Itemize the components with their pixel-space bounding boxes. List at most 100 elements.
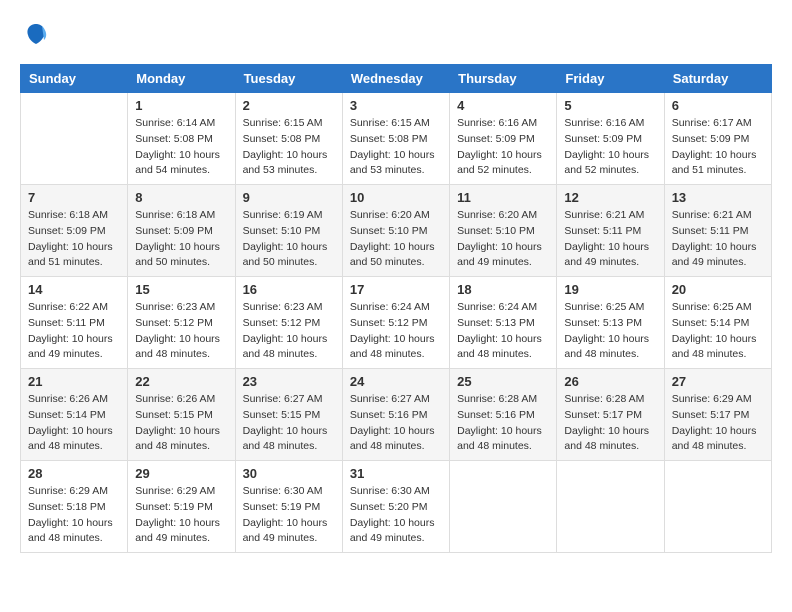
sunset: Sunset: 5:09 PM	[564, 132, 656, 148]
sunset: Sunset: 5:10 PM	[350, 224, 442, 240]
sunrise: Sunrise: 6:23 AM	[135, 300, 227, 316]
day-info: Sunrise: 6:23 AM Sunset: 5:12 PM Dayligh…	[243, 300, 335, 363]
day-cell-2-1: 15 Sunrise: 6:23 AM Sunset: 5:12 PM Dayl…	[128, 277, 235, 369]
day-number: 23	[243, 374, 335, 389]
sunset: Sunset: 5:19 PM	[243, 500, 335, 516]
day-cell-4-4	[450, 461, 557, 553]
day-info: Sunrise: 6:20 AM Sunset: 5:10 PM Dayligh…	[350, 208, 442, 271]
daylight: Daylight: 10 hours and 48 minutes.	[28, 516, 120, 548]
day-number: 30	[243, 466, 335, 481]
daylight: Daylight: 10 hours and 51 minutes.	[672, 148, 764, 180]
sunset: Sunset: 5:11 PM	[672, 224, 764, 240]
day-cell-0-1: 1 Sunrise: 6:14 AM Sunset: 5:08 PM Dayli…	[128, 93, 235, 185]
sunrise: Sunrise: 6:29 AM	[28, 484, 120, 500]
day-number: 29	[135, 466, 227, 481]
daylight: Daylight: 10 hours and 50 minutes.	[135, 240, 227, 272]
day-cell-3-3: 24 Sunrise: 6:27 AM Sunset: 5:16 PM Dayl…	[342, 369, 449, 461]
header	[20, 20, 772, 48]
sunrise: Sunrise: 6:30 AM	[243, 484, 335, 500]
day-info: Sunrise: 6:15 AM Sunset: 5:08 PM Dayligh…	[243, 116, 335, 179]
day-info: Sunrise: 6:18 AM Sunset: 5:09 PM Dayligh…	[135, 208, 227, 271]
daylight: Daylight: 10 hours and 49 minutes.	[672, 240, 764, 272]
day-cell-3-6: 27 Sunrise: 6:29 AM Sunset: 5:17 PM Dayl…	[664, 369, 771, 461]
week-row-1: 1 Sunrise: 6:14 AM Sunset: 5:08 PM Dayli…	[21, 93, 772, 185]
sunrise: Sunrise: 6:18 AM	[135, 208, 227, 224]
day-info: Sunrise: 6:15 AM Sunset: 5:08 PM Dayligh…	[350, 116, 442, 179]
daylight: Daylight: 10 hours and 51 minutes.	[28, 240, 120, 272]
sunset: Sunset: 5:08 PM	[135, 132, 227, 148]
day-info: Sunrise: 6:28 AM Sunset: 5:17 PM Dayligh…	[564, 392, 656, 455]
day-info: Sunrise: 6:25 AM Sunset: 5:13 PM Dayligh…	[564, 300, 656, 363]
daylight: Daylight: 10 hours and 48 minutes.	[135, 424, 227, 456]
day-cell-2-4: 18 Sunrise: 6:24 AM Sunset: 5:13 PM Dayl…	[450, 277, 557, 369]
sunrise: Sunrise: 6:23 AM	[243, 300, 335, 316]
sunset: Sunset: 5:08 PM	[243, 132, 335, 148]
day-cell-0-6: 6 Sunrise: 6:17 AM Sunset: 5:09 PM Dayli…	[664, 93, 771, 185]
sunrise: Sunrise: 6:21 AM	[564, 208, 656, 224]
daylight: Daylight: 10 hours and 52 minutes.	[457, 148, 549, 180]
daylight: Daylight: 10 hours and 48 minutes.	[28, 424, 120, 456]
sunrise: Sunrise: 6:18 AM	[28, 208, 120, 224]
sunset: Sunset: 5:09 PM	[28, 224, 120, 240]
sunrise: Sunrise: 6:15 AM	[243, 116, 335, 132]
day-cell-1-1: 8 Sunrise: 6:18 AM Sunset: 5:09 PM Dayli…	[128, 185, 235, 277]
day-cell-2-0: 14 Sunrise: 6:22 AM Sunset: 5:11 PM Dayl…	[21, 277, 128, 369]
sunrise: Sunrise: 6:24 AM	[350, 300, 442, 316]
day-info: Sunrise: 6:27 AM Sunset: 5:16 PM Dayligh…	[350, 392, 442, 455]
day-cell-1-0: 7 Sunrise: 6:18 AM Sunset: 5:09 PM Dayli…	[21, 185, 128, 277]
day-cell-4-5	[557, 461, 664, 553]
day-cell-4-0: 28 Sunrise: 6:29 AM Sunset: 5:18 PM Dayl…	[21, 461, 128, 553]
sunset: Sunset: 5:13 PM	[564, 316, 656, 332]
day-info: Sunrise: 6:20 AM Sunset: 5:10 PM Dayligh…	[457, 208, 549, 271]
day-cell-1-3: 10 Sunrise: 6:20 AM Sunset: 5:10 PM Dayl…	[342, 185, 449, 277]
col-tuesday: Tuesday	[235, 65, 342, 93]
day-number: 2	[243, 98, 335, 113]
sunrise: Sunrise: 6:22 AM	[28, 300, 120, 316]
sunrise: Sunrise: 6:29 AM	[672, 392, 764, 408]
week-row-5: 28 Sunrise: 6:29 AM Sunset: 5:18 PM Dayl…	[21, 461, 772, 553]
daylight: Daylight: 10 hours and 48 minutes.	[243, 424, 335, 456]
day-cell-0-5: 5 Sunrise: 6:16 AM Sunset: 5:09 PM Dayli…	[557, 93, 664, 185]
daylight: Daylight: 10 hours and 53 minutes.	[350, 148, 442, 180]
logo-icon	[22, 20, 50, 48]
day-cell-2-6: 20 Sunrise: 6:25 AM Sunset: 5:14 PM Dayl…	[664, 277, 771, 369]
sunrise: Sunrise: 6:16 AM	[457, 116, 549, 132]
day-info: Sunrise: 6:16 AM Sunset: 5:09 PM Dayligh…	[457, 116, 549, 179]
day-number: 20	[672, 282, 764, 297]
sunset: Sunset: 5:10 PM	[457, 224, 549, 240]
sunrise: Sunrise: 6:19 AM	[243, 208, 335, 224]
daylight: Daylight: 10 hours and 49 minutes.	[564, 240, 656, 272]
day-info: Sunrise: 6:29 AM Sunset: 5:19 PM Dayligh…	[135, 484, 227, 547]
col-wednesday: Wednesday	[342, 65, 449, 93]
day-info: Sunrise: 6:24 AM Sunset: 5:12 PM Dayligh…	[350, 300, 442, 363]
day-number: 7	[28, 190, 120, 205]
day-cell-2-3: 17 Sunrise: 6:24 AM Sunset: 5:12 PM Dayl…	[342, 277, 449, 369]
sunset: Sunset: 5:11 PM	[564, 224, 656, 240]
daylight: Daylight: 10 hours and 48 minutes.	[457, 332, 549, 364]
day-cell-0-2: 2 Sunrise: 6:15 AM Sunset: 5:08 PM Dayli…	[235, 93, 342, 185]
sunrise: Sunrise: 6:27 AM	[350, 392, 442, 408]
day-info: Sunrise: 6:29 AM Sunset: 5:17 PM Dayligh…	[672, 392, 764, 455]
sunset: Sunset: 5:09 PM	[135, 224, 227, 240]
day-cell-4-1: 29 Sunrise: 6:29 AM Sunset: 5:19 PM Dayl…	[128, 461, 235, 553]
daylight: Daylight: 10 hours and 48 minutes.	[350, 424, 442, 456]
sunrise: Sunrise: 6:26 AM	[135, 392, 227, 408]
week-row-2: 7 Sunrise: 6:18 AM Sunset: 5:09 PM Dayli…	[21, 185, 772, 277]
day-cell-1-5: 12 Sunrise: 6:21 AM Sunset: 5:11 PM Dayl…	[557, 185, 664, 277]
day-info: Sunrise: 6:17 AM Sunset: 5:09 PM Dayligh…	[672, 116, 764, 179]
day-cell-0-3: 3 Sunrise: 6:15 AM Sunset: 5:08 PM Dayli…	[342, 93, 449, 185]
col-sunday: Sunday	[21, 65, 128, 93]
day-number: 13	[672, 190, 764, 205]
day-number: 21	[28, 374, 120, 389]
day-number: 10	[350, 190, 442, 205]
day-number: 27	[672, 374, 764, 389]
day-cell-1-6: 13 Sunrise: 6:21 AM Sunset: 5:11 PM Dayl…	[664, 185, 771, 277]
sunset: Sunset: 5:18 PM	[28, 500, 120, 516]
sunrise: Sunrise: 6:14 AM	[135, 116, 227, 132]
daylight: Daylight: 10 hours and 48 minutes.	[564, 332, 656, 364]
day-cell-4-6	[664, 461, 771, 553]
sunrise: Sunrise: 6:28 AM	[564, 392, 656, 408]
sunset: Sunset: 5:10 PM	[243, 224, 335, 240]
day-info: Sunrise: 6:19 AM Sunset: 5:10 PM Dayligh…	[243, 208, 335, 271]
sunset: Sunset: 5:09 PM	[457, 132, 549, 148]
